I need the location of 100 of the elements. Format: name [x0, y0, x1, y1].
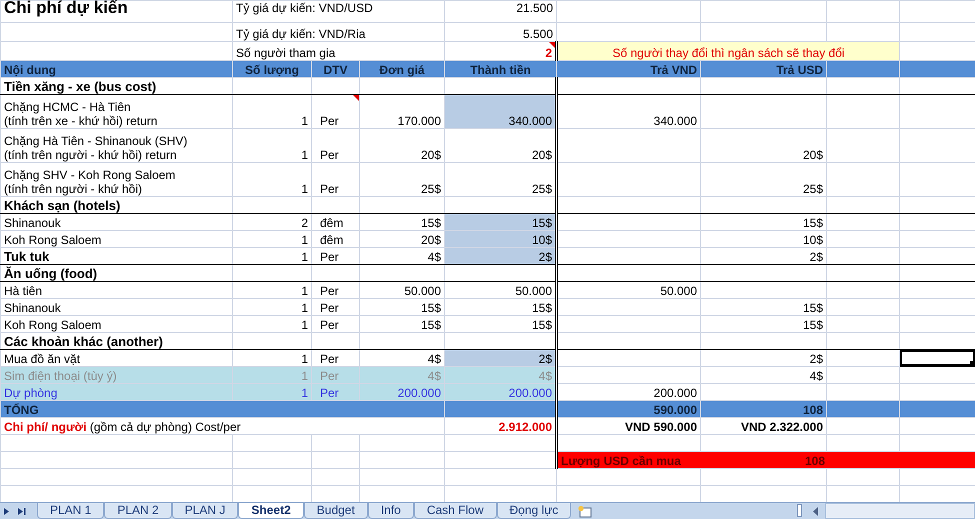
table-cell: Chi phí/ người (gồm cả dự phòng) Cost/per [0, 418, 445, 434]
table-cell: Koh Rong Saloem [0, 316, 232, 332]
table-cell: 590.000 [556, 400, 701, 418]
column-header: Nội dung [0, 60, 232, 78]
sheet-tab[interactable]: PLAN 1 [37, 503, 104, 519]
table-cell: 1 [232, 316, 312, 332]
table-cell: 1 [232, 366, 312, 384]
table-cell: 1 [232, 282, 312, 298]
table-cell: 1 [232, 230, 312, 248]
table-cell: 1 [232, 248, 312, 264]
column-header: Trả VND [556, 60, 701, 78]
table-cell: VND 590.000 [556, 418, 701, 434]
table-cell: 15$ [700, 298, 827, 316]
table-cell: Per [312, 94, 360, 128]
table-cell: Koh Rong Saloem [0, 230, 232, 248]
setting-value: 5.500 [444, 22, 557, 42]
sheet-tab[interactable]: Info [368, 503, 414, 519]
table-cell: 15$ [444, 214, 557, 230]
column-header: DTV [312, 60, 360, 78]
table-cell: 50.000 [360, 282, 445, 298]
table-cell: 15$ [700, 214, 827, 230]
table-cell: Per [312, 248, 360, 264]
table-cell: 2$ [700, 350, 827, 366]
sheet-tab[interactable]: PLAN J [172, 503, 238, 519]
section-heading: Ăn uống (food) [0, 264, 232, 282]
section-heading: Tiền xăng - xe (bus cost) [0, 78, 232, 94]
table-cell: 1 [232, 298, 312, 316]
sheet-tab[interactable]: PLAN 2 [104, 503, 172, 519]
sheet-tab[interactable]: Đọng lực [496, 503, 572, 519]
table-cell: 15$ [700, 316, 827, 332]
table-cell: đêm [312, 214, 360, 230]
table-cell: 4$ [360, 248, 445, 264]
setting-label: Tỷ giá dự kiến: VND/USD [232, 0, 445, 22]
table-cell: 20$ [360, 128, 445, 162]
triangle-left-icon [813, 506, 819, 516]
table-cell: Tuk tuk [0, 248, 232, 264]
skip-end-icon [18, 506, 27, 516]
table-cell: Hà tiên [0, 282, 232, 298]
column-header: Thành tiền [444, 60, 557, 78]
table-cell: 1 [232, 94, 312, 128]
table-cell: 1 [232, 162, 312, 196]
summary-label: Lượng USD cần mua [561, 454, 682, 468]
sheet-tab[interactable]: Sheet2 [238, 503, 304, 519]
table-cell: Per [312, 282, 360, 298]
table-cell: 2 [232, 214, 312, 230]
setting-label: Tỷ giá dự kiến: VND/Ria [232, 22, 445, 42]
scrollbar-splitter[interactable] [797, 504, 802, 517]
column-header: Số lượng [232, 60, 312, 78]
new-sheet-icon [577, 504, 594, 518]
table-cell: 15$ [360, 214, 445, 230]
section-heading: Các khoản khác (another) [0, 332, 232, 350]
selected-cell[interactable] [900, 350, 975, 366]
table-cell: 10$ [700, 230, 827, 248]
table-cell: Shinanouk [0, 214, 232, 230]
table-cell: 340.000 [444, 94, 557, 128]
table-cell: Shinanouk [0, 298, 232, 316]
table-cell: Per [312, 128, 360, 162]
table-cell: 50.000 [556, 282, 701, 298]
summary-value: 108 [804, 454, 826, 468]
setting-value: 21.500 [444, 0, 557, 22]
sheet-tab[interactable]: Cash Flow [414, 503, 497, 519]
table-cell: Per [312, 316, 360, 332]
table-cell: Dự phòng [0, 384, 232, 400]
sheet-tab[interactable]: Budget [304, 503, 368, 519]
table-cell: 25$ [360, 162, 445, 196]
horizontal-scrollbar[interactable] [825, 503, 975, 519]
table-cell: 20$ [360, 230, 445, 248]
table-cell: 4$ [700, 366, 827, 384]
table-cell: 1 [232, 384, 312, 400]
table-cell: 4$ [360, 366, 445, 384]
table-cell: Per [312, 384, 360, 400]
table-cell: 20$ [700, 128, 827, 162]
table-cell: Chặng HCMC - Hà Tiên (tính trên xe - khứ hồi) return [0, 94, 232, 128]
table-cell: Per [312, 162, 360, 196]
note-cell: Số người thay đổi thì ngân sách sẽ thay đổi [556, 42, 900, 60]
table-cell: Per [312, 298, 360, 316]
table-cell: 1 [232, 128, 312, 162]
table-cell: 15$ [360, 316, 445, 332]
table-cell: 2$ [444, 248, 557, 264]
section-heading: Khách sạn (hotels) [0, 196, 232, 214]
column-header: Đơn giá [360, 60, 445, 78]
table-cell: 15$ [360, 298, 445, 316]
table-cell: 4$ [444, 366, 557, 384]
table-cell: đêm [312, 230, 360, 248]
table-cell: 25$ [700, 162, 827, 196]
table-cell: VND 2.322.000 [700, 418, 827, 434]
sheet-title: Chi phí dự kiến [0, 0, 232, 22]
table-cell: 108 [700, 400, 827, 418]
column-header: Trả USD [700, 60, 827, 78]
table-cell: Per [312, 366, 360, 384]
table-cell: 10$ [444, 230, 557, 248]
table-cell: 2$ [700, 248, 827, 264]
table-cell: 200.000 [360, 384, 445, 400]
table-cell: Chặng SHV - Koh Rong Saloem (tính trên người - khứ hồi) [0, 162, 232, 196]
table-cell: Sim điện thoại (tùy ý) [0, 366, 232, 384]
table-cell: 2$ [444, 350, 557, 366]
table-cell: 200.000 [444, 384, 557, 400]
table-cell: TỔNG [0, 400, 445, 418]
table-cell: Chặng Hà Tiên - Shinanouk (SHV) (tính trên người - khứ hồi) return [0, 128, 232, 162]
table-cell: 340.000 [556, 94, 701, 128]
